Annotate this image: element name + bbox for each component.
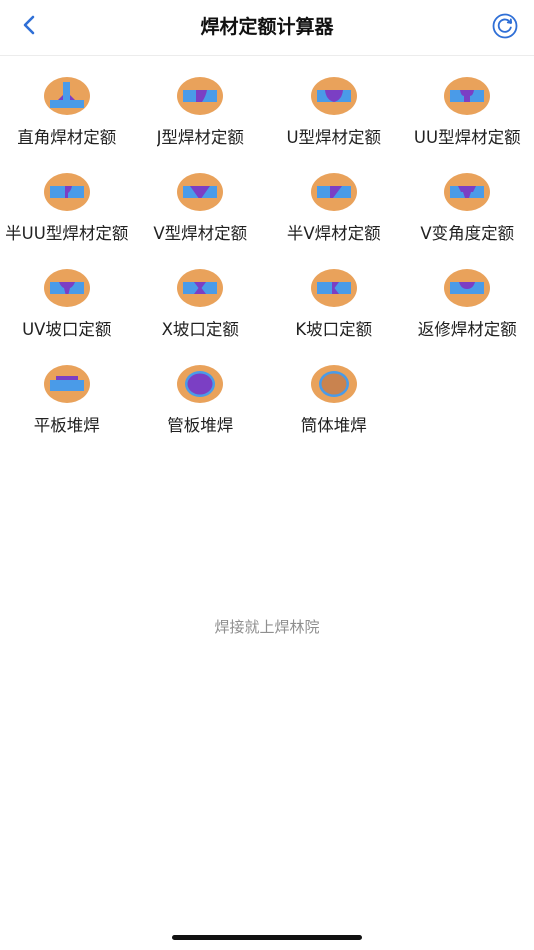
j-groove-icon — [176, 76, 224, 116]
grid-item-label: 筒体堆焊 — [300, 416, 367, 435]
half-v-groove-icon — [310, 172, 358, 212]
fillet-weld-icon — [43, 76, 91, 116]
grid-item-u-groove[interactable]: U型焊材定额 — [267, 76, 401, 172]
uu-groove-icon — [443, 76, 491, 116]
grid-item-label: 返修焊材定额 — [417, 320, 517, 339]
grid-item-tube-sheet-overlay[interactable]: 管板堆焊 — [134, 364, 268, 460]
grid-item-label: 管板堆焊 — [167, 416, 234, 435]
grid-item-label: U型焊材定额 — [286, 128, 382, 147]
grid-item-half-uu-groove[interactable]: 半UU型焊材定额 — [0, 172, 134, 268]
grid-item-label: 平板堆焊 — [33, 416, 100, 435]
grid-item-label: V型焊材定额 — [153, 224, 248, 243]
half-uu-groove-icon — [43, 172, 91, 212]
uv-groove-icon — [43, 268, 91, 308]
grid-item-label: K坡口定额 — [295, 320, 373, 339]
refresh-icon — [491, 12, 519, 44]
grid-item-label: J型焊材定额 — [156, 128, 244, 147]
app-screen: 焊材定额计算器 直角焊材定额 J型焊材定额 U型焊材定额 UU型焊材定额 半UU… — [0, 0, 534, 950]
grid-item-half-v-groove[interactable]: 半V焊材定额 — [267, 172, 401, 268]
refresh-button[interactable] — [490, 13, 520, 43]
grid-item-k-groove[interactable]: K坡口定额 — [267, 268, 401, 364]
grid-item-uv-groove[interactable]: UV坡口定额 — [0, 268, 134, 364]
footer-slogan: 焊接就上焊林院 — [214, 618, 320, 636]
grid-item-plate-overlay[interactable]: 平板堆焊 — [0, 364, 134, 460]
grid-item-x-groove[interactable]: X坡口定额 — [134, 268, 268, 364]
grid-item-label: UV坡口定额 — [22, 320, 112, 339]
cylinder-overlay-icon — [310, 364, 358, 404]
plate-overlay-icon — [43, 364, 91, 404]
grid-item-label: V变角度定额 — [420, 224, 515, 243]
grid-item-uu-groove[interactable]: UU型焊材定额 — [401, 76, 534, 172]
grid-item-cylinder-overlay[interactable]: 筒体堆焊 — [267, 364, 401, 460]
grid-item-fillet[interactable]: 直角焊材定额 — [0, 76, 134, 172]
x-groove-icon — [176, 268, 224, 308]
repair-weld-icon — [443, 268, 491, 308]
k-groove-icon — [310, 268, 358, 308]
v-groove-icon — [176, 172, 224, 212]
calculator-grid: 直角焊材定额 J型焊材定额 U型焊材定额 UU型焊材定额 半UU型焊材定额 V型… — [0, 76, 534, 460]
grid-item-label: UU型焊材定额 — [413, 128, 521, 147]
page-title: 焊材定额计算器 — [200, 16, 334, 38]
home-indicator[interactable] — [172, 935, 362, 940]
v-variable-angle-icon — [443, 172, 491, 212]
grid-item-j-groove[interactable]: J型焊材定额 — [134, 76, 268, 172]
tube-sheet-overlay-icon — [176, 364, 224, 404]
grid-item-v-groove[interactable]: V型焊材定额 — [134, 172, 268, 268]
u-groove-icon — [310, 76, 358, 116]
grid-item-v-variable-angle[interactable]: V变角度定额 — [401, 172, 534, 268]
grid-item-label: X坡口定额 — [161, 320, 239, 339]
grid-item-label: 半V焊材定额 — [286, 224, 381, 243]
grid-item-label: 半UU型焊材定额 — [5, 224, 129, 243]
grid-item-label: 直角焊材定额 — [17, 128, 117, 147]
grid-item-repair-weld[interactable]: 返修焊材定额 — [401, 268, 534, 364]
nav-bar: 焊材定额计算器 — [0, 0, 534, 56]
